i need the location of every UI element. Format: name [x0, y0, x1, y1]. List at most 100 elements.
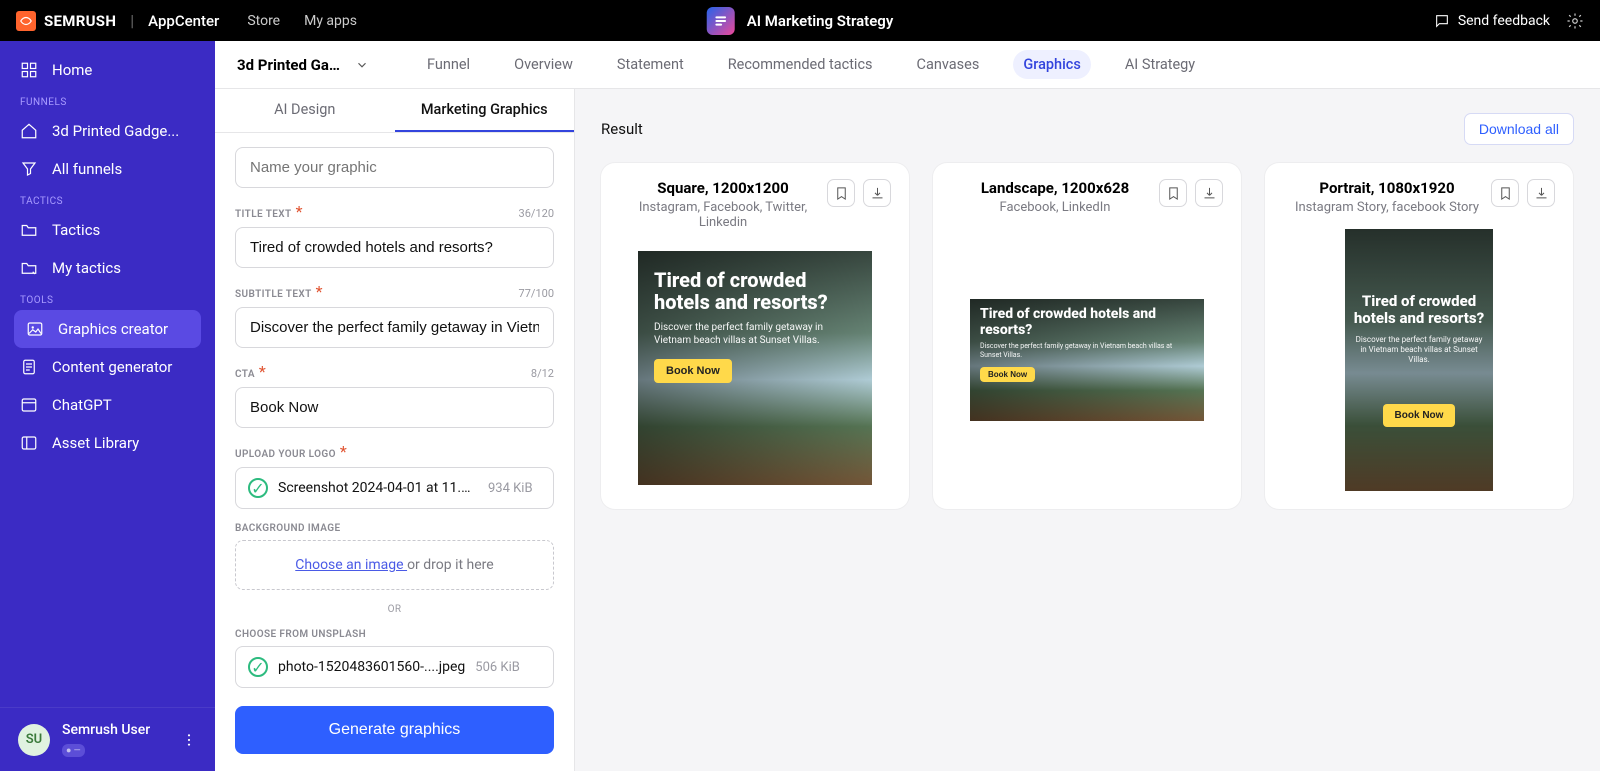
download-button[interactable] [863, 179, 891, 207]
chat-icon [1434, 13, 1450, 29]
user-badge: ● — [62, 744, 85, 757]
check-circle-icon: ✓ [248, 657, 268, 677]
tab-ai-strategy[interactable]: AI Strategy [1115, 50, 1205, 79]
app-title-text: AI Marketing Strategy [747, 12, 894, 30]
unsplash-file-chip[interactable]: ✓ photo-1520483601560-....jpeg 506 KiB [235, 646, 554, 688]
folder-icon [20, 221, 38, 239]
sidebar-item-project[interactable]: 3d Printed Gadge... [0, 112, 215, 150]
sub-header: 3d Printed Gad... Funnel Overview Statem… [215, 41, 1600, 89]
preview-cta: Book Now [654, 359, 732, 383]
home-icon [20, 122, 38, 140]
more-icon[interactable] [181, 732, 197, 748]
subtitle-counter: 77/100 [519, 287, 554, 300]
sidebar-item-content-generator[interactable]: Content generator [0, 348, 215, 386]
unsplash-file-name: photo-1520483601560-....jpeg [278, 659, 465, 675]
funnel-icon [20, 160, 38, 178]
preview-square: Tired of crowded hotels and resorts? Dis… [638, 251, 872, 485]
image-icon [26, 320, 44, 338]
tab-recommended-tactics[interactable]: Recommended tactics [718, 50, 883, 79]
cta-input[interactable] [235, 387, 554, 428]
bookmark-icon [1498, 186, 1513, 201]
subtitle-input[interactable] [235, 307, 554, 348]
result-card-portrait: Portrait, 1080x1920 Instagram Story, fac… [1265, 163, 1573, 509]
gear-icon[interactable] [1566, 12, 1584, 30]
grid-icon [20, 61, 38, 79]
tab-overview[interactable]: Overview [504, 50, 583, 79]
form-panel: AI Design Marketing Graphics TITLE TEXT … [215, 89, 575, 771]
generate-button[interactable]: Generate graphics [235, 706, 554, 754]
logo-file-chip[interactable]: ✓ Screenshot 2024-04-01 at 11.11....png … [235, 467, 554, 509]
card-sub: Facebook, LinkedIn [951, 200, 1159, 215]
download-button[interactable] [1195, 179, 1223, 207]
folder-arrow-icon [20, 259, 38, 277]
result-card-landscape: Landscape, 1200x628 Facebook, LinkedIn T… [933, 163, 1241, 509]
main-tabs: Funnel Overview Statement Recommended ta… [417, 50, 1205, 79]
nav-store[interactable]: Store [247, 13, 280, 29]
project-selector[interactable]: 3d Printed Gad... [237, 56, 369, 74]
sidebar: Home FUNNELS 3d Printed Gadge... All fun… [0, 41, 215, 771]
sidebar-user: SU Semrush User ● — [0, 707, 215, 771]
unsplash-file-size: 506 KiB [475, 660, 520, 675]
card-title: Landscape, 1200x628 [951, 179, 1159, 197]
sidebar-item-my-tactics[interactable]: My tactics [0, 249, 215, 287]
top-nav: Store My apps [247, 13, 357, 29]
check-circle-icon: ✓ [248, 478, 268, 498]
sidebar-section-tools: TOOLS [0, 287, 215, 310]
sidebar-item-tactics[interactable]: Tactics [0, 211, 215, 249]
semrush-logo-icon [16, 11, 36, 31]
layout-icon [20, 396, 38, 414]
title-label: TITLE TEXT [235, 209, 292, 220]
card-sub: Instagram Story, facebook Story [1283, 200, 1491, 215]
download-button[interactable] [1527, 179, 1555, 207]
download-icon [1202, 186, 1217, 201]
send-feedback-button[interactable]: Send feedback [1434, 13, 1550, 29]
design-tabs: AI Design Marketing Graphics [215, 89, 574, 133]
bookmark-icon [834, 186, 849, 201]
cta-label: CTA [235, 369, 255, 380]
bookmark-icon [1166, 186, 1181, 201]
title-counter: 36/120 [519, 207, 554, 220]
sidebar-item-home[interactable]: Home [0, 51, 215, 89]
download-icon [870, 186, 885, 201]
choose-image-link[interactable]: Choose an image [295, 557, 407, 573]
tab-canvases[interactable]: Canvases [907, 50, 990, 79]
logo-file-size: 934 KiB [488, 481, 533, 496]
sidebar-item-chatgpt[interactable]: ChatGPT [0, 386, 215, 424]
bookmark-button[interactable] [1491, 179, 1519, 207]
brand-name: SEMRUSH [44, 12, 116, 30]
tab-marketing-graphics[interactable]: Marketing Graphics [395, 89, 575, 132]
card-sub: Instagram, Facebook, Twitter, Linkedin [619, 200, 827, 230]
card-title: Portrait, 1080x1920 [1283, 179, 1491, 197]
brand: SEMRUSH | AppCenter [16, 11, 219, 31]
bg-dropzone[interactable]: Choose an image or drop it here [235, 540, 554, 590]
or-divider: OR [235, 604, 554, 615]
sidebar-item-all-funnels[interactable]: All funnels [0, 150, 215, 188]
avatar[interactable]: SU [18, 724, 50, 756]
top-bar: SEMRUSH | AppCenter Store My apps AI Mar… [0, 0, 1600, 41]
sidebar-section-funnels: FUNNELS [0, 89, 215, 112]
title-input[interactable] [235, 227, 554, 268]
app-logo-icon [707, 7, 735, 35]
bookmark-button[interactable] [827, 179, 855, 207]
panel-icon [20, 434, 38, 452]
card-title: Square, 1200x1200 [619, 179, 827, 197]
download-icon [1534, 186, 1549, 201]
subtitle-label: SUBTITLE TEXT [235, 289, 312, 300]
sidebar-item-asset-library[interactable]: Asset Library [0, 424, 215, 462]
tab-funnel[interactable]: Funnel [417, 50, 480, 79]
download-all-button[interactable]: Download all [1464, 113, 1574, 145]
preview-cta: Book Now [1383, 404, 1456, 427]
unsplash-label: CHOOSE FROM UNSPLASH [235, 629, 554, 640]
tab-graphics[interactable]: Graphics [1013, 50, 1091, 79]
tab-ai-design[interactable]: AI Design [215, 89, 395, 132]
graphic-name-input[interactable] [235, 147, 554, 188]
tab-statement[interactable]: Statement [607, 50, 694, 79]
chevron-down-icon [355, 58, 369, 72]
bg-label: BACKGROUND IMAGE [235, 523, 554, 534]
result-title: Result [601, 120, 643, 138]
sidebar-item-graphics-creator[interactable]: Graphics creator [14, 310, 201, 348]
document-icon [20, 358, 38, 376]
nav-my-apps[interactable]: My apps [304, 13, 357, 29]
bookmark-button[interactable] [1159, 179, 1187, 207]
preview-cta: Book Now [980, 367, 1035, 382]
